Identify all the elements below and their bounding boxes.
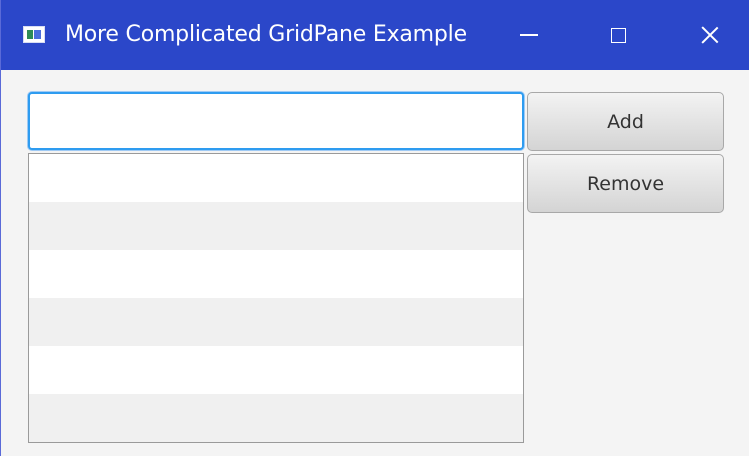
app-window: More Complicated GridPane Example Add Re…	[0, 0, 749, 456]
title-bar[interactable]: More Complicated GridPane Example	[1, 0, 749, 70]
window-title: More Complicated GridPane Example	[65, 22, 467, 47]
list-item[interactable]	[29, 394, 523, 442]
add-button[interactable]: Add	[527, 92, 724, 151]
app-icon	[23, 26, 45, 43]
grid-pane: Add Remove	[1, 70, 749, 456]
item-list[interactable]	[28, 153, 524, 443]
close-icon[interactable]	[687, 12, 733, 58]
maximize-icon[interactable]	[595, 12, 641, 58]
item-input[interactable]	[28, 92, 524, 150]
list-item[interactable]	[29, 298, 523, 346]
list-item[interactable]	[29, 202, 523, 250]
list-item[interactable]	[29, 250, 523, 298]
list-item[interactable]	[29, 346, 523, 394]
minimize-icon[interactable]	[506, 12, 552, 58]
list-item[interactable]	[29, 154, 523, 202]
remove-button[interactable]: Remove	[527, 154, 724, 213]
